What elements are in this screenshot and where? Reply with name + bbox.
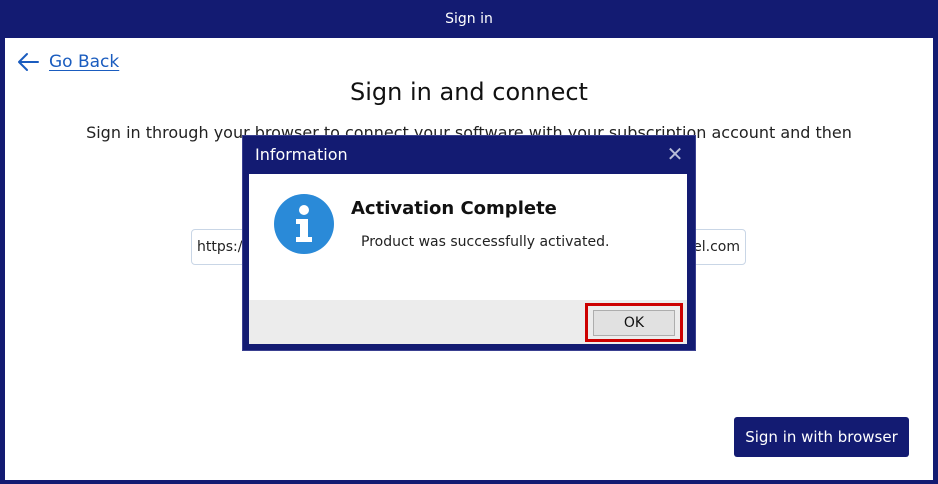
ok-button[interactable]: OK: [593, 310, 675, 336]
dialog-body: Activation Complete Product was successf…: [249, 174, 687, 300]
dialog-footer: OK: [249, 300, 687, 344]
page-title: Sign in and connect: [350, 78, 588, 106]
close-icon[interactable]: ✕: [665, 144, 685, 164]
go-back-link[interactable]: Go Back: [17, 50, 119, 74]
window-title: Sign in: [445, 11, 493, 27]
arrow-left-icon: [18, 53, 39, 71]
window-title-bar: Sign in: [0, 0, 938, 38]
dialog-heading: Activation Complete: [351, 198, 557, 219]
dialog-title: Information: [255, 145, 348, 164]
ok-button-highlight: OK: [585, 303, 683, 342]
go-back-label: Go Back: [49, 52, 120, 72]
sign-in-with-browser-button[interactable]: Sign in with browser: [734, 417, 909, 457]
dialog-message: Product was successfully activated.: [361, 234, 610, 250]
info-icon: [274, 194, 334, 254]
information-dialog: Information ✕ Activation Complete Produc…: [243, 136, 695, 350]
url-prefix: https://: [197, 239, 248, 255]
